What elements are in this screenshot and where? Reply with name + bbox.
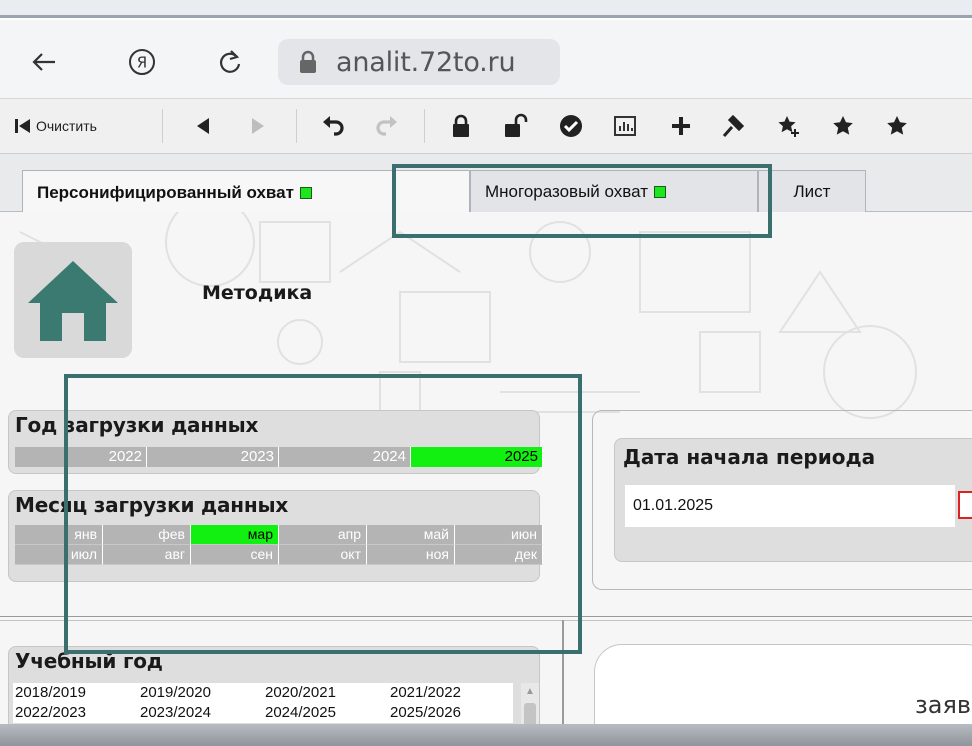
period-start-input[interactable] [625,485,955,527]
back-icon[interactable] [186,107,220,145]
status-indicator [299,186,312,199]
pin-icon[interactable] [716,107,750,145]
school-year-option[interactable]: 2024/2025 [263,703,388,723]
forward-icon[interactable] [240,107,274,145]
svg-text:Я: Я [137,54,147,72]
school-year-option[interactable]: 2021/2022 [388,683,513,703]
highlight-frame-tabs [392,164,772,238]
add-icon[interactable] [664,107,698,145]
yandex-logo-icon[interactable]: Я [122,42,162,82]
school-year-option[interactable]: 2018/2019 [13,683,138,703]
clear-label: Очистить [36,118,97,134]
reload-icon[interactable] [210,42,250,82]
list-row: 2022/2023 2023/2024 2024/2025 2025/2026 [13,703,513,723]
list-row: 2018/2019 2019/2020 2020/2021 2021/2022 [13,683,513,703]
period-start-title: Дата начала периода [623,445,876,469]
undo-icon[interactable] [316,107,350,145]
address-bar[interactable]: analit.72to.ru [278,39,560,85]
unlock-selections-icon[interactable] [498,107,532,145]
url-text: analit.72to.ru [336,46,516,78]
tab-sheet[interactable]: Лист [758,170,866,213]
home-button[interactable] [14,242,132,358]
browser-bar: Я analit.72to.ru [0,20,972,98]
star-icon[interactable] [826,107,860,145]
scroll-up-icon[interactable]: ▲ [521,683,539,699]
lock-icon [300,50,316,73]
statements-label: заяв [915,691,972,719]
school-year-option[interactable]: 2020/2021 [263,683,388,703]
methodology-link[interactable]: Методика [202,282,312,304]
school-year-option[interactable]: 2022/2023 [13,703,138,723]
check-icon[interactable] [554,107,588,145]
window-bottom-edge [0,724,972,746]
calendar-icon[interactable] [958,491,972,519]
school-year-list: 2018/2019 2019/2020 2020/2021 2021/2022 … [13,683,513,723]
tab-label: Персонифицированный охват [37,182,294,202]
window-top-strip [0,0,972,18]
chart-icon[interactable] [608,107,642,145]
period-start-panel: Дата начала периода [614,438,972,562]
school-year-option[interactable]: 2023/2024 [138,703,263,723]
lock-selections-icon[interactable] [444,107,478,145]
school-year-option[interactable]: 2025/2026 [388,703,513,723]
app-window: Я analit.72to.ru Очистить Персонифициров… [0,0,972,746]
star-add-icon[interactable] [772,107,806,145]
home-icon [28,261,118,341]
arrow-left-icon[interactable] [24,42,64,82]
tab-label: Лист [793,182,831,201]
highlight-frame-filters [64,374,582,654]
star-icon[interactable] [880,107,914,145]
clear-selections-button[interactable]: Очистить [8,107,156,145]
school-year-option[interactable]: 2019/2020 [138,683,263,703]
redo-icon[interactable] [370,107,404,145]
sheet-toolbar: Очистить [0,98,972,154]
